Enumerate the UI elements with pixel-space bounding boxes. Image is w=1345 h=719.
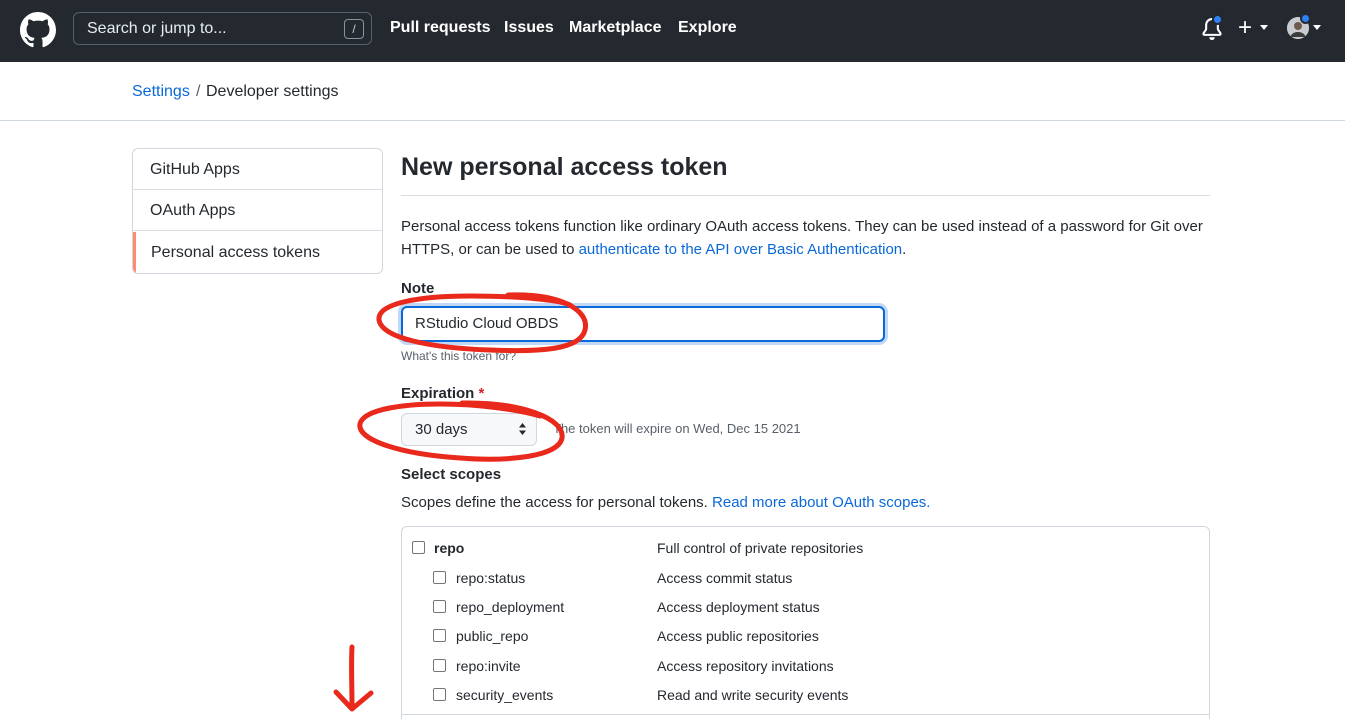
scope-row-public-repo: public_repo Access public repositories bbox=[402, 628, 1209, 652]
note-label: Note bbox=[401, 280, 435, 297]
avatar-status-dot bbox=[1300, 13, 1311, 24]
scope-description: Access deployment status bbox=[657, 599, 820, 615]
scope-checkbox-repo[interactable] bbox=[412, 541, 425, 554]
basic-auth-link[interactable]: authenticate to the API over Basic Authe… bbox=[579, 241, 903, 258]
nav-explore[interactable]: Explore bbox=[678, 19, 737, 37]
note-hint: What's this token for? bbox=[401, 349, 517, 363]
scope-checkbox-repo-invite[interactable] bbox=[433, 659, 446, 672]
create-new-icon[interactable]: + bbox=[1238, 14, 1252, 42]
top-header: Search or jump to... / Pull requests Iss… bbox=[0, 0, 1345, 62]
note-input[interactable]: RStudio Cloud OBDS bbox=[401, 306, 885, 342]
scope-row-repo-deployment: repo_deployment Access deployment status bbox=[402, 599, 1209, 623]
nav-pull-requests[interactable]: Pull requests bbox=[390, 19, 490, 37]
scope-description: Access commit status bbox=[657, 570, 793, 586]
scope-checkbox-repo-deployment[interactable] bbox=[433, 600, 446, 613]
scope-row-repo: repo Full control of private repositorie… bbox=[402, 540, 1209, 564]
scope-description: Access public repositories bbox=[657, 628, 819, 644]
search-placeholder: Search or jump to... bbox=[87, 20, 227, 37]
scope-name: repo_deployment bbox=[456, 599, 565, 615]
scope-row-repo-invite: repo:invite Access repository invitation… bbox=[402, 658, 1209, 682]
scope-row-security-events: security_events Read and write security … bbox=[402, 687, 1209, 711]
scope-name: repo:invite bbox=[456, 658, 521, 674]
scope-checkbox-repo-status[interactable] bbox=[433, 571, 446, 584]
search-shortcut-badge: / bbox=[344, 19, 364, 39]
title-divider bbox=[401, 195, 1210, 196]
required-mark: * bbox=[478, 385, 485, 402]
scope-checkbox-public-repo[interactable] bbox=[433, 629, 446, 642]
expiration-date-text: The token will expire on Wed, Dec 15 202… bbox=[553, 421, 801, 436]
intro-end: . bbox=[902, 241, 907, 258]
select-scopes-label: Select scopes bbox=[401, 466, 502, 483]
expiration-label-text: Expiration bbox=[401, 385, 475, 402]
expiration-label: Expiration * bbox=[401, 385, 484, 402]
sidebar-item-personal-access-tokens[interactable]: Personal access tokens bbox=[133, 232, 382, 273]
scope-description: Full control of private repositories bbox=[657, 540, 864, 556]
scopes-intro: Scopes define the access for personal to… bbox=[401, 494, 930, 511]
nav-marketplace[interactable]: Marketplace bbox=[569, 19, 662, 37]
annotation-arrow-down bbox=[333, 644, 374, 712]
avatar-caret-icon[interactable] bbox=[1313, 25, 1321, 30]
breadcrumb-current: Developer settings bbox=[206, 83, 339, 100]
select-updown-icon bbox=[519, 423, 526, 435]
scopes-list: repo Full control of private repositorie… bbox=[401, 526, 1210, 719]
scope-description: Access repository invitations bbox=[657, 658, 834, 674]
oauth-scopes-link[interactable]: Read more about OAuth scopes. bbox=[712, 494, 930, 511]
scope-description: Read and write security events bbox=[657, 687, 849, 703]
developer-settings-sidebar: GitHub Apps OAuth Apps Personal access t… bbox=[132, 148, 383, 274]
nav-issues[interactable]: Issues bbox=[504, 19, 554, 37]
sidebar-item-github-apps[interactable]: GitHub Apps bbox=[133, 149, 382, 190]
scope-name: public_repo bbox=[456, 628, 529, 644]
github-logo-icon[interactable] bbox=[20, 12, 56, 48]
sidebar-item-oauth-apps[interactable]: OAuth Apps bbox=[133, 190, 382, 231]
breadcrumb: Settings / Developer settings bbox=[0, 62, 1345, 121]
create-new-caret-icon[interactable] bbox=[1260, 25, 1268, 30]
search-input[interactable]: Search or jump to... / bbox=[73, 12, 372, 45]
notification-dot bbox=[1212, 14, 1223, 25]
page-title: New personal access token bbox=[401, 153, 728, 181]
scope-row-repo-status: repo:status Access commit status bbox=[402, 570, 1209, 594]
intro-paragraph: Personal access tokens function like ord… bbox=[401, 215, 1210, 261]
scope-name: repo bbox=[434, 540, 465, 556]
scope-name: repo:status bbox=[456, 570, 526, 586]
scope-checkbox-security-events[interactable] bbox=[433, 688, 446, 701]
breadcrumb-separator: / bbox=[196, 83, 201, 100]
scope-name: security_events bbox=[456, 687, 554, 703]
breadcrumb-settings-link[interactable]: Settings bbox=[132, 83, 190, 101]
expiration-select[interactable]: 30 days bbox=[401, 413, 537, 446]
scopes-divider bbox=[401, 714, 1210, 715]
expiration-select-value: 30 days bbox=[415, 421, 468, 438]
scopes-intro-text: Scopes define the access for personal to… bbox=[401, 494, 713, 511]
